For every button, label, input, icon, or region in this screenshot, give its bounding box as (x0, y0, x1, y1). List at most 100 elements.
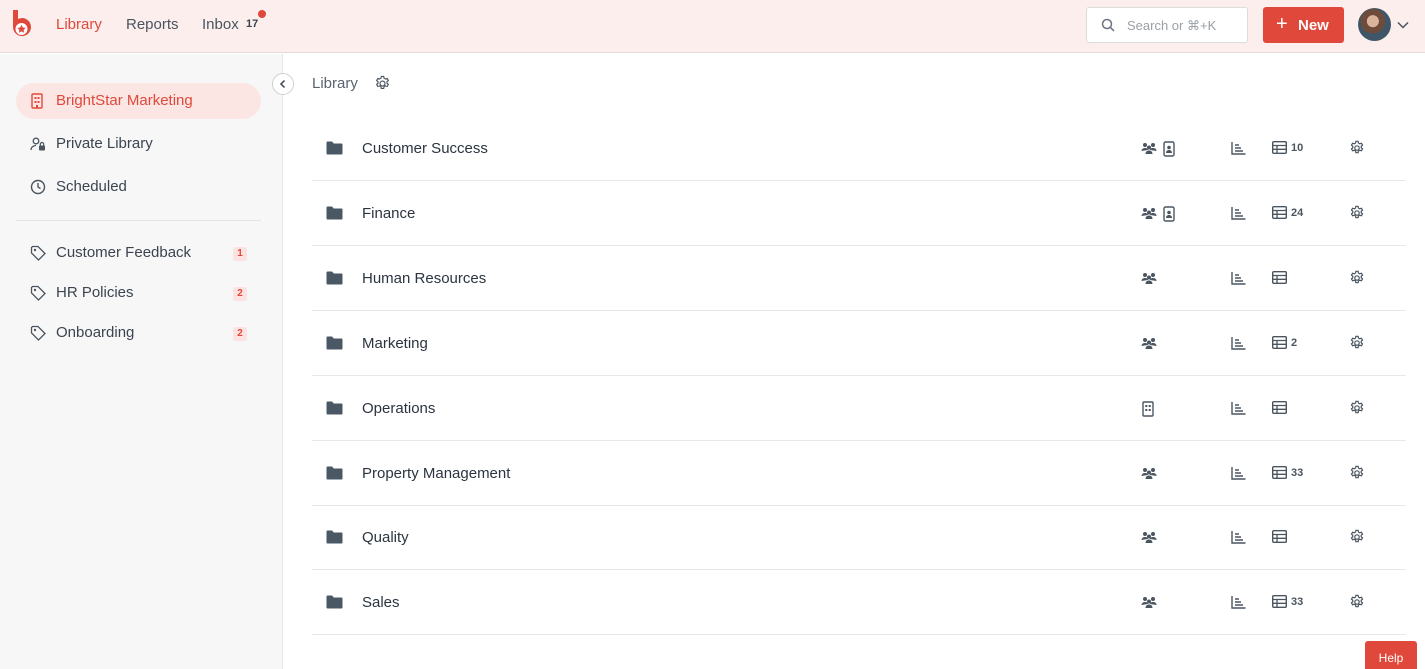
chart-icon[interactable] (1231, 206, 1246, 225)
badge-icon[interactable] (1163, 206, 1175, 227)
folder-name[interactable]: Quality (362, 529, 409, 546)
table-icon[interactable] (1271, 270, 1288, 289)
building-icon (31, 93, 43, 109)
nav-library[interactable]: Library (56, 16, 102, 33)
sidebar-item-workspace[interactable]: BrightStar Marketing (16, 83, 261, 119)
folder-row[interactable]: Property Management 33 (312, 441, 1406, 506)
folder-name[interactable]: Operations (362, 400, 435, 417)
private-library-label: Private Library (56, 135, 153, 152)
chart-icon[interactable] (1231, 530, 1246, 549)
folder-icon (326, 466, 343, 485)
tag-count-badge: 2 (233, 327, 247, 341)
scheduled-label: Scheduled (56, 178, 127, 195)
tag-label: Onboarding (56, 324, 135, 341)
plus-icon: + (1276, 13, 1288, 35)
gear-icon[interactable] (1349, 529, 1365, 550)
team-icon[interactable] (1141, 141, 1157, 160)
folder-icon (326, 206, 343, 225)
table-count: 10 (1291, 142, 1304, 154)
app-logo-icon[interactable] (8, 9, 36, 41)
nav-inbox[interactable]: Inbox (202, 16, 239, 33)
folder-name[interactable]: Marketing (362, 335, 428, 352)
inbox-notification-dot (258, 10, 266, 18)
chevron-left-icon (279, 79, 286, 89)
team-icon[interactable] (1141, 530, 1157, 549)
sidebar-tag-onboarding[interactable]: Onboarding 2 (16, 315, 261, 351)
tag-icon (30, 245, 46, 261)
folder-name[interactable]: Human Resources (362, 270, 486, 287)
chart-icon[interactable] (1231, 595, 1246, 614)
gear-icon[interactable] (1349, 400, 1365, 421)
chart-icon[interactable] (1231, 271, 1246, 290)
chart-icon[interactable] (1231, 466, 1246, 485)
help-button[interactable]: Help (1365, 641, 1417, 669)
nav-reports[interactable]: Reports (126, 16, 179, 33)
gear-icon[interactable] (374, 75, 391, 92)
workspace-label: BrightStar Marketing (56, 92, 193, 109)
table-icon[interactable] (1271, 205, 1288, 224)
sidebar-tag-customer-feedback[interactable]: Customer Feedback 1 (16, 235, 261, 271)
team-icon[interactable] (1141, 336, 1157, 355)
folder-icon (326, 271, 343, 290)
gear-icon[interactable] (1349, 205, 1365, 226)
folder-icon (326, 336, 343, 355)
gear-icon[interactable] (1349, 335, 1365, 356)
folder-row[interactable]: Operations (312, 376, 1406, 441)
chevron-down-icon[interactable] (1396, 18, 1410, 32)
user-avatar[interactable] (1358, 8, 1391, 41)
inbox-count-badge: 17 (246, 18, 259, 30)
table-count: 33 (1291, 596, 1304, 609)
team-icon[interactable] (1141, 595, 1157, 614)
table-icon[interactable] (1271, 335, 1288, 354)
folder-name[interactable]: Sales (362, 594, 400, 611)
search-input[interactable]: Search or ⌘+K (1086, 7, 1248, 43)
sidebar-tag-hr-policies[interactable]: HR Policies 2 (16, 275, 261, 311)
badge-icon[interactable] (1163, 141, 1175, 162)
tag-icon (30, 285, 46, 301)
breadcrumb[interactable]: Library (312, 75, 358, 92)
folder-name[interactable]: Property Management (362, 465, 510, 482)
folder-icon (326, 595, 343, 614)
folder-row[interactable]: Human Resources (312, 246, 1406, 311)
tag-count-badge: 2 (233, 287, 247, 301)
team-icon[interactable] (1141, 271, 1157, 290)
building-icon[interactable] (1142, 400, 1154, 422)
table-icon[interactable] (1271, 530, 1288, 548)
folder-icon (326, 530, 343, 549)
chart-icon[interactable] (1231, 401, 1246, 420)
folder-row[interactable]: Customer Success 10 (312, 116, 1406, 181)
sidebar-item-private-library[interactable]: Private Library (16, 126, 261, 162)
new-button[interactable]: + New (1263, 7, 1344, 43)
folder-row[interactable]: Quality (312, 505, 1406, 571)
gear-icon[interactable] (1349, 465, 1365, 486)
private-library-icon (30, 137, 45, 151)
table-count: 33 (1291, 466, 1304, 479)
table-count: 2 (1291, 336, 1298, 349)
gear-icon[interactable] (1349, 140, 1365, 161)
search-placeholder: Search or ⌘+K (1127, 18, 1217, 33)
table-icon[interactable] (1271, 400, 1288, 419)
sidebar-item-scheduled[interactable]: Scheduled (16, 169, 261, 205)
table-icon[interactable] (1271, 595, 1288, 613)
team-icon[interactable] (1141, 466, 1157, 485)
folder-icon (326, 401, 343, 420)
clock-icon (30, 179, 46, 195)
gear-icon[interactable] (1349, 594, 1365, 615)
table-count: 24 (1291, 206, 1304, 219)
tag-label: HR Policies (56, 284, 134, 301)
gear-icon[interactable] (1349, 270, 1365, 291)
table-icon[interactable] (1271, 140, 1288, 159)
new-button-label: New (1298, 17, 1329, 34)
folder-name[interactable]: Finance (362, 205, 415, 222)
chart-icon[interactable] (1231, 141, 1246, 160)
tag-label: Customer Feedback (56, 244, 192, 261)
sidebar: BrightStar Marketing Private Library Sch… (0, 54, 283, 669)
chart-icon[interactable] (1231, 336, 1246, 355)
folder-row[interactable]: Finance 24 (312, 181, 1406, 246)
team-icon[interactable] (1141, 206, 1157, 225)
folder-row[interactable]: Sales 33 (312, 570, 1406, 636)
table-icon[interactable] (1271, 465, 1288, 484)
collapse-sidebar-button[interactable] (272, 73, 294, 95)
folder-row[interactable]: Marketing 2 (312, 311, 1406, 376)
folder-name[interactable]: Customer Success (362, 140, 488, 157)
